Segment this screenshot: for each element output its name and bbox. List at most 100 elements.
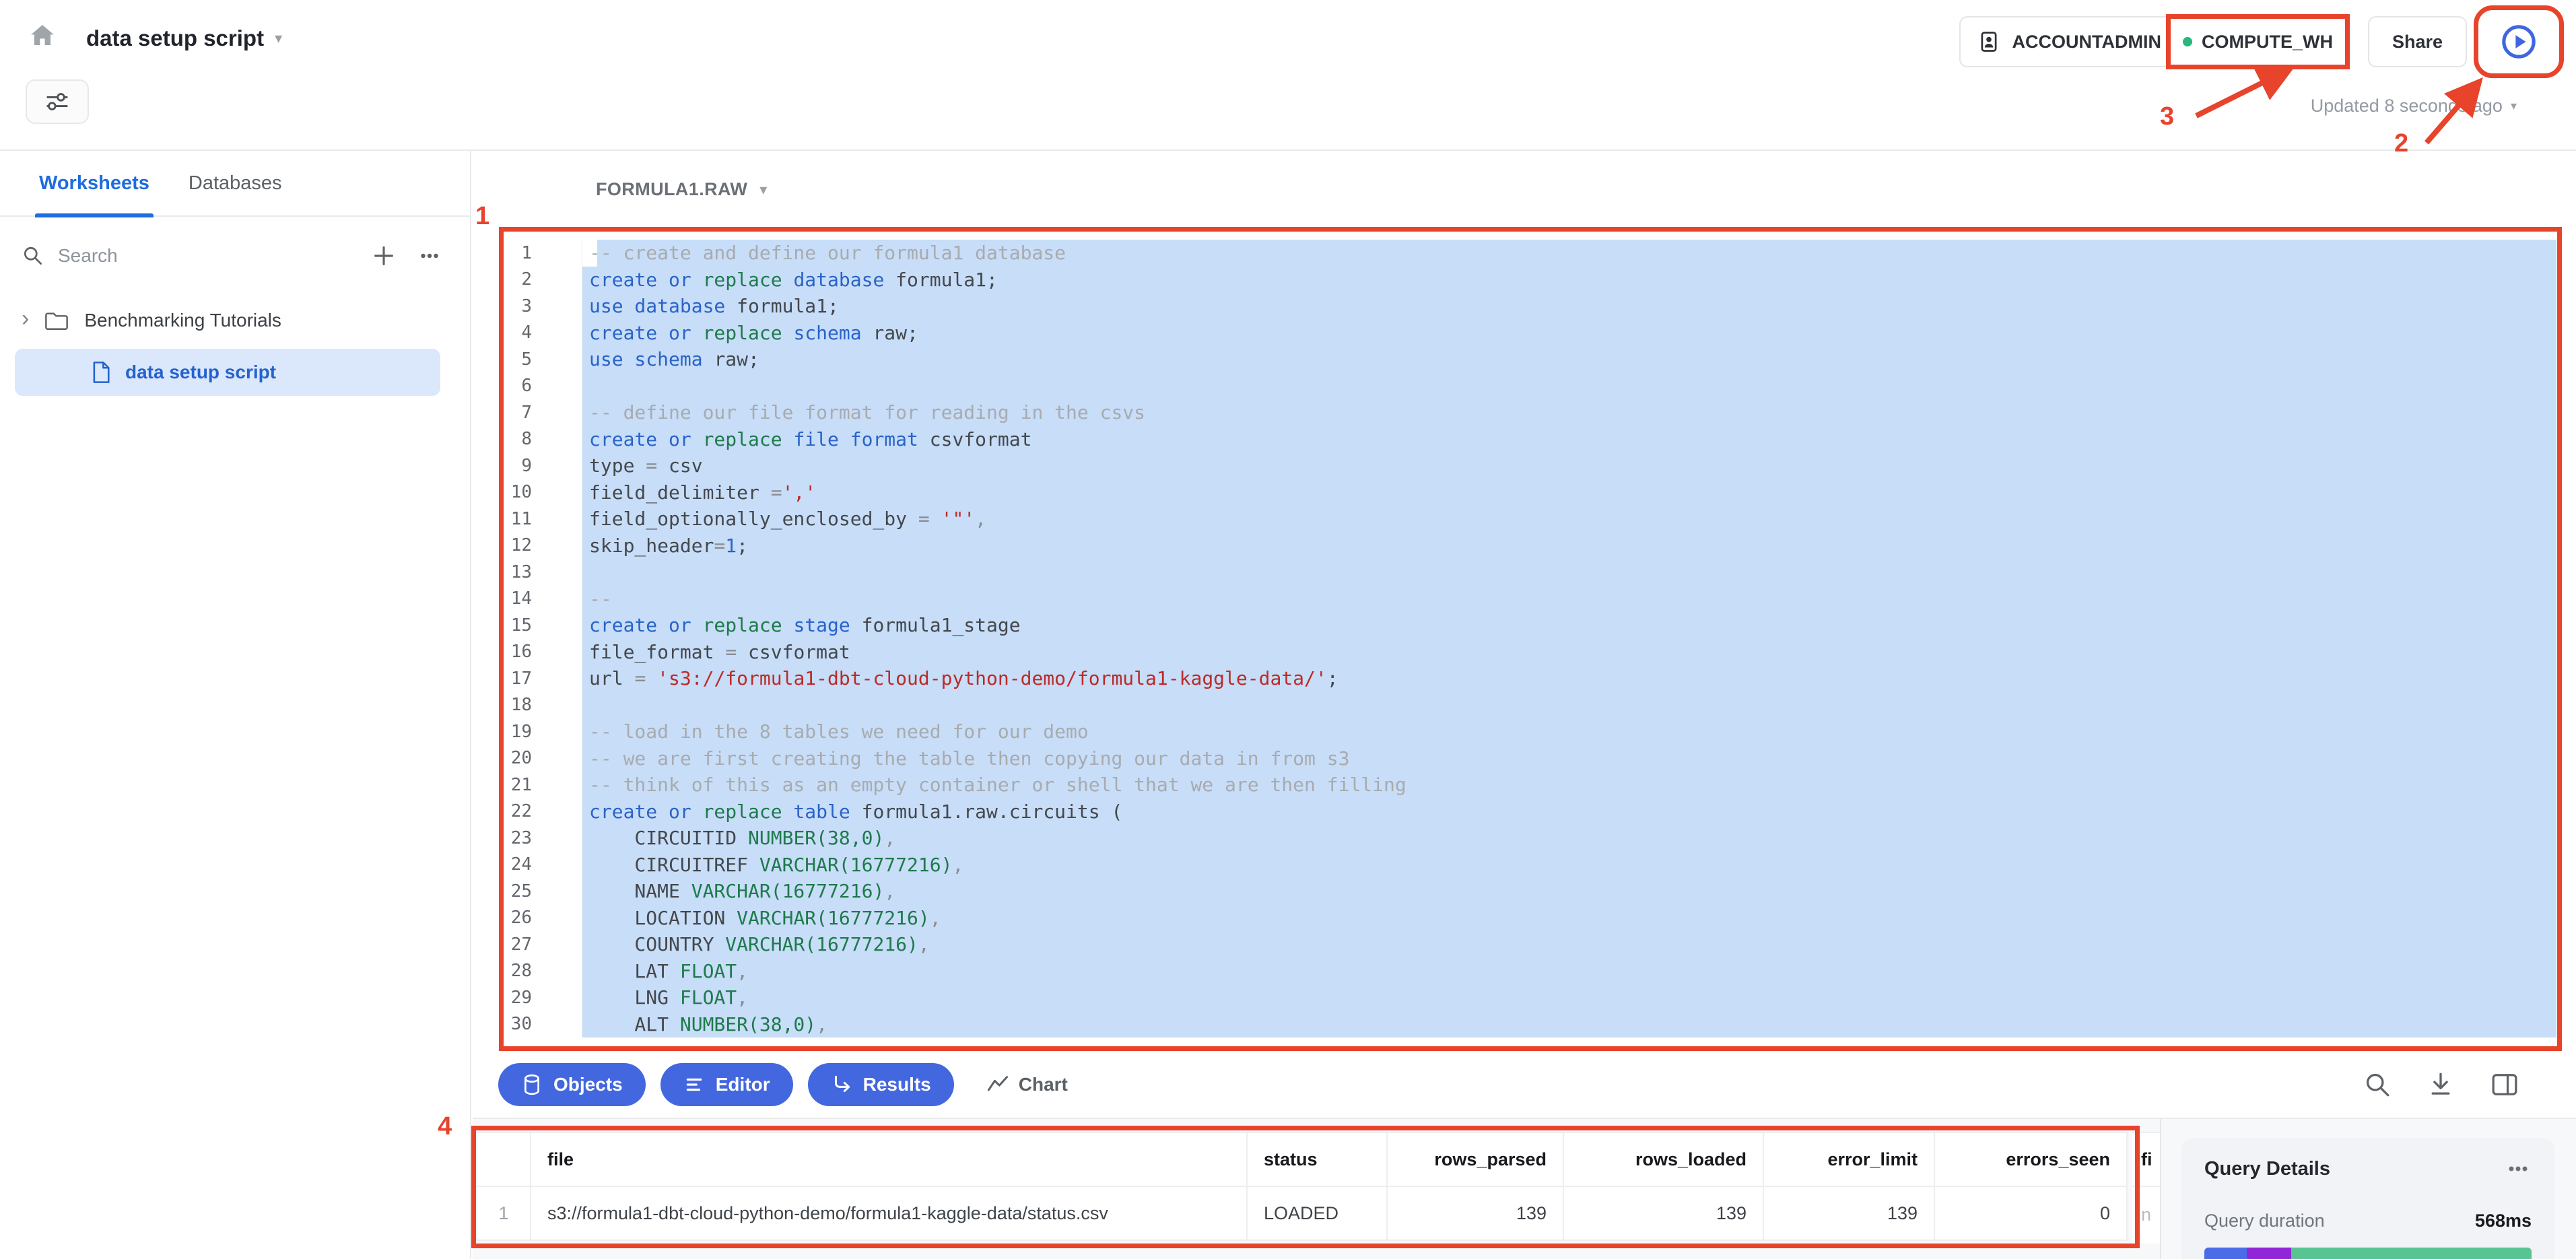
code-line[interactable]: 20-- we are first creating the table the… xyxy=(504,745,2556,772)
sql-editor[interactable]: 1-- create and define our formula1 datab… xyxy=(504,232,2556,1045)
line-number: 27 xyxy=(504,934,582,955)
share-button[interactable]: Share xyxy=(2368,16,2467,67)
code-text: ALT NUMBER(38,0), xyxy=(582,1011,2556,1038)
code-line[interactable]: 28 LAT FLOAT, xyxy=(504,958,2556,985)
code-line[interactable]: 16file_format = csvformat xyxy=(504,639,2556,666)
code-line[interactable]: 26 LOCATION VARCHAR(16777216), xyxy=(504,905,2556,932)
results-panel-divider xyxy=(2160,1119,2161,1259)
search-input[interactable]: Search xyxy=(58,245,354,267)
column-header-errors_seen[interactable]: errors_seen xyxy=(1934,1132,2127,1186)
worksheet-title-dropdown[interactable]: data setup script ▾ xyxy=(86,26,282,51)
code-line[interactable]: 2create or replace database formula1; xyxy=(504,267,2556,294)
code-line[interactable]: 23 CIRCUITID NUMBER(38,0), xyxy=(504,825,2556,852)
code-line[interactable]: 11field_optionally_enclosed_by = '"', xyxy=(504,506,2556,533)
download-icon[interactable] xyxy=(2427,1070,2455,1099)
code-text: create or replace stage formula1_stage xyxy=(582,612,2556,639)
column-header-rows_parsed[interactable]: rows_parsed xyxy=(1387,1132,1563,1186)
column-header-status[interactable]: status xyxy=(1247,1132,1387,1186)
code-line[interactable]: 7-- define our file format for reading i… xyxy=(504,399,2556,426)
line-number: 30 xyxy=(504,1014,582,1034)
results-table[interactable]: filestatusrows_parsedrows_loadederror_li… xyxy=(476,1132,2128,1241)
warehouse-status-dot xyxy=(2183,37,2192,46)
code-line[interactable]: 17url = 's3://formula1-dbt-cloud-python-… xyxy=(504,665,2556,692)
code-text: CIRCUITREF VARCHAR(16777216), xyxy=(582,852,2556,879)
code-lines: 1-- create and define our formula1 datab… xyxy=(504,240,2556,1037)
code-line[interactable]: 24 CIRCUITREF VARCHAR(16777216), xyxy=(504,852,2556,879)
filters-button[interactable] xyxy=(26,79,89,124)
code-line[interactable]: 30 ALT NUMBER(38,0), xyxy=(504,1011,2556,1038)
code-line[interactable]: 29 LNG FLOAT, xyxy=(504,984,2556,1011)
line-number: 24 xyxy=(504,854,582,875)
more-options-button[interactable] xyxy=(413,240,446,272)
tree-item-data-setup-script[interactable]: data setup script xyxy=(15,349,440,396)
header-actions: ACCOUNTADMIN COMPUTE_WH Share xyxy=(1959,16,2553,67)
role-selector[interactable]: ACCOUNTADMIN xyxy=(1977,30,2161,54)
results-data-row[interactable]: 1s3://formula1-dbt-cloud-python-demo/for… xyxy=(477,1186,2127,1240)
line-number: 4 xyxy=(504,322,582,343)
code-line[interactable]: 19-- load in the 8 tables we need for ou… xyxy=(504,718,2556,745)
new-worksheet-button[interactable] xyxy=(368,240,400,272)
code-text: type = csv xyxy=(582,452,2556,479)
code-line[interactable]: 13 xyxy=(504,559,2556,586)
database-context-dropdown[interactable]: FORMULA1.RAW ▾ xyxy=(596,179,767,200)
code-line[interactable]: 6 xyxy=(504,373,2556,400)
code-text: LOCATION VARCHAR(16777216), xyxy=(582,905,2556,932)
tab-worksheets[interactable]: Worksheets xyxy=(39,150,149,216)
code-line[interactable]: 8create or replace file format csvformat xyxy=(504,426,2556,453)
code-line[interactable]: 9type = csv xyxy=(504,452,2556,479)
code-text xyxy=(582,559,2556,586)
tab-databases[interactable]: Databases xyxy=(189,150,282,216)
line-number: 1 xyxy=(504,243,582,263)
page-title: data setup script xyxy=(86,26,264,51)
updated-status-dropdown[interactable]: Updated 8 seconds ago ▾ xyxy=(2311,96,2517,116)
ellipsis-icon xyxy=(417,243,442,269)
cell-rows_parsed: 139 xyxy=(1387,1186,1563,1240)
code-line[interactable]: 10field_delimiter =',' xyxy=(504,479,2556,506)
objects-button[interactable]: Objects xyxy=(498,1063,646,1106)
database-icon xyxy=(521,1073,543,1096)
warehouse-selector[interactable]: COMPUTE_WH xyxy=(2173,22,2342,62)
duration-bar-segment-1 xyxy=(2204,1248,2247,1259)
code-line[interactable]: 22create or replace table formula1.raw.c… xyxy=(504,798,2556,825)
code-line[interactable]: 4create or replace schema raw; xyxy=(504,320,2556,347)
code-line[interactable]: 15create or replace stage formula1_stage xyxy=(504,612,2556,639)
code-line[interactable]: 27 COUNTRY VARCHAR(16777216), xyxy=(504,931,2556,958)
run-button[interactable] xyxy=(2484,16,2553,67)
code-text: NAME VARCHAR(16777216), xyxy=(582,878,2556,905)
editor-button[interactable]: Editor xyxy=(660,1063,793,1106)
tree-folder-benchmarking-tutorials[interactable]: › Benchmarking Tutorials xyxy=(0,302,470,339)
column-header-error_limit[interactable]: error_limit xyxy=(1763,1132,1934,1186)
overflow-column-header: fi xyxy=(2132,1133,2160,1187)
code-line[interactable]: 18 xyxy=(504,692,2556,719)
code-text: LNG FLOAT, xyxy=(582,984,2556,1011)
user-badge-icon xyxy=(1977,30,2001,54)
role-label: ACCOUNTADMIN xyxy=(2012,32,2161,53)
query-details-menu-icon[interactable] xyxy=(2505,1155,2532,1182)
cell-status: LOADED xyxy=(1247,1186,1387,1240)
line-number: 10 xyxy=(504,482,582,502)
cell-error_limit: 139 xyxy=(1763,1186,1934,1240)
chart-line-icon xyxy=(986,1075,1009,1095)
home-button[interactable] xyxy=(20,15,65,59)
column-header-file[interactable]: file xyxy=(531,1132,1247,1186)
column-header-rownum[interactable] xyxy=(477,1132,531,1186)
sidebar-search-row: Search xyxy=(0,240,470,272)
line-number: 15 xyxy=(504,615,582,636)
code-line[interactable]: 14-- xyxy=(504,586,2556,613)
column-header-rows_loaded[interactable]: rows_loaded xyxy=(1563,1132,1763,1186)
code-line[interactable]: 12skip_header=1; xyxy=(504,533,2556,559)
code-line[interactable]: 3use database formula1; xyxy=(504,293,2556,320)
worksheet-doc-icon xyxy=(90,360,112,384)
context-selector[interactable]: ACCOUNTADMIN COMPUTE_WH xyxy=(1959,16,2350,67)
snowsight-worksheet-app: data setup script ▾ ACCOUNTADMIN xyxy=(0,0,2576,1259)
code-line[interactable]: 1-- create and define our formula1 datab… xyxy=(504,240,2556,267)
code-line[interactable]: 21-- think of this as an empty container… xyxy=(504,772,2556,798)
chart-tab[interactable]: Chart xyxy=(986,1074,1068,1095)
folder-icon xyxy=(44,310,69,331)
code-line[interactable]: 25 NAME VARCHAR(16777216), xyxy=(504,878,2556,905)
search-results-icon[interactable] xyxy=(2363,1070,2392,1099)
split-view-icon[interactable] xyxy=(2490,1070,2519,1099)
results-button[interactable]: Results xyxy=(808,1063,954,1106)
query-duration-value: 568ms xyxy=(2475,1211,2532,1231)
code-line[interactable]: 5use schema raw; xyxy=(504,346,2556,373)
